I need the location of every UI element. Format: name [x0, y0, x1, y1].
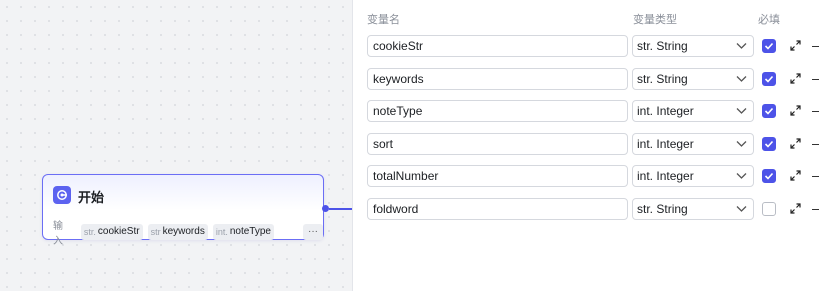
- variable-row: int. Integer: [353, 165, 819, 189]
- start-node-icon: [53, 186, 71, 204]
- expand-icon[interactable]: [790, 170, 801, 181]
- type-prefix: str.: [637, 202, 654, 216]
- type-label: Integer: [656, 104, 694, 118]
- variable-name-input[interactable]: [367, 68, 628, 90]
- type-label: Integer: [656, 137, 694, 151]
- expand-icon[interactable]: [790, 105, 801, 116]
- start-node[interactable]: 开始 输入 str. cookieStr str keywords int. n…: [42, 174, 324, 247]
- variable-name-input[interactable]: [367, 165, 628, 187]
- expand-icon[interactable]: [790, 73, 801, 84]
- chevron-down-icon: [736, 76, 747, 82]
- type-prefix: int.: [637, 137, 654, 151]
- expand-icon[interactable]: [790, 40, 801, 51]
- type-prefix: int.: [637, 169, 654, 183]
- variable-row: str. String: [353, 68, 819, 92]
- more-inputs-button[interactable]: ···: [303, 224, 323, 240]
- variable-name-input[interactable]: [367, 133, 628, 155]
- variable-row: str. String: [353, 198, 819, 222]
- required-checkbox[interactable]: [762, 39, 776, 53]
- type-prefix: str.: [637, 39, 654, 53]
- chevron-down-icon: [736, 141, 747, 147]
- workflow-canvas[interactable]: 开始 输入 str. cookieStr str keywords int. n…: [0, 0, 352, 291]
- variable-row: int. Integer: [353, 100, 819, 124]
- row-handle[interactable]: [812, 144, 819, 145]
- input-chip: int. noteType: [212, 224, 274, 240]
- required-checkbox[interactable]: [762, 104, 776, 118]
- header-variable-name: 变量名: [367, 14, 400, 26]
- variable-type-select[interactable]: int. Integer: [632, 165, 754, 187]
- required-checkbox[interactable]: [762, 169, 776, 183]
- inputs-label: 输入: [53, 221, 63, 247]
- type-prefix: int.: [637, 104, 654, 118]
- variable-panel: 变量名 变量类型 必填 str. Stringstr. Stringint. I…: [352, 0, 819, 291]
- header-required: 必填: [758, 14, 780, 26]
- chevron-down-icon: [736, 108, 747, 114]
- variable-name-input[interactable]: [367, 100, 628, 122]
- chip-type: int.: [215, 227, 228, 237]
- variable-type-select[interactable]: str. String: [632, 35, 754, 57]
- check-icon: [764, 172, 774, 180]
- variable-row: str. String: [353, 35, 819, 59]
- check-icon: [764, 107, 774, 115]
- row-handle[interactable]: [812, 46, 819, 47]
- type-label: String: [656, 39, 688, 53]
- variable-type-select[interactable]: str. String: [632, 198, 754, 220]
- check-icon: [764, 75, 774, 83]
- input-chip: str keywords: [147, 224, 208, 240]
- type-label: String: [656, 202, 688, 216]
- chevron-down-icon: [736, 206, 747, 212]
- required-checkbox[interactable]: [762, 202, 776, 216]
- expand-icon[interactable]: [790, 203, 801, 214]
- expand-icon[interactable]: [790, 138, 801, 149]
- chip-name: keywords: [162, 226, 205, 237]
- header-variable-type: 变量类型: [633, 14, 677, 26]
- type-prefix: str.: [637, 72, 654, 86]
- node-inputs: 输入 str. cookieStr str keywords int. note…: [53, 217, 323, 247]
- type-label: String: [656, 72, 688, 86]
- variable-name-input[interactable]: [367, 35, 628, 57]
- required-checkbox[interactable]: [762, 137, 776, 151]
- variable-type-select[interactable]: int. Integer: [632, 133, 754, 155]
- variable-type-select[interactable]: str. String: [632, 68, 754, 90]
- chip-name: noteType: [229, 226, 271, 237]
- output-port[interactable]: [322, 205, 329, 212]
- row-handle[interactable]: [812, 79, 819, 80]
- row-handle[interactable]: [812, 176, 819, 177]
- check-icon: [764, 42, 774, 50]
- variable-type-select[interactable]: int. Integer: [632, 100, 754, 122]
- chevron-down-icon: [736, 173, 747, 179]
- type-label: Integer: [656, 169, 694, 183]
- check-icon: [764, 140, 774, 148]
- node-title: 开始: [78, 190, 105, 205]
- required-checkbox[interactable]: [762, 72, 776, 86]
- connection-edge: [329, 208, 352, 210]
- chip-type: str.: [83, 227, 96, 237]
- chevron-down-icon: [736, 43, 747, 49]
- chip-type: str: [150, 227, 161, 237]
- row-handle[interactable]: [812, 111, 819, 112]
- variable-name-input[interactable]: [367, 198, 628, 220]
- input-chip: str. cookieStr: [80, 224, 143, 240]
- row-handle[interactable]: [812, 209, 819, 210]
- chip-name: cookieStr: [97, 226, 140, 237]
- variable-row: int. Integer: [353, 133, 819, 157]
